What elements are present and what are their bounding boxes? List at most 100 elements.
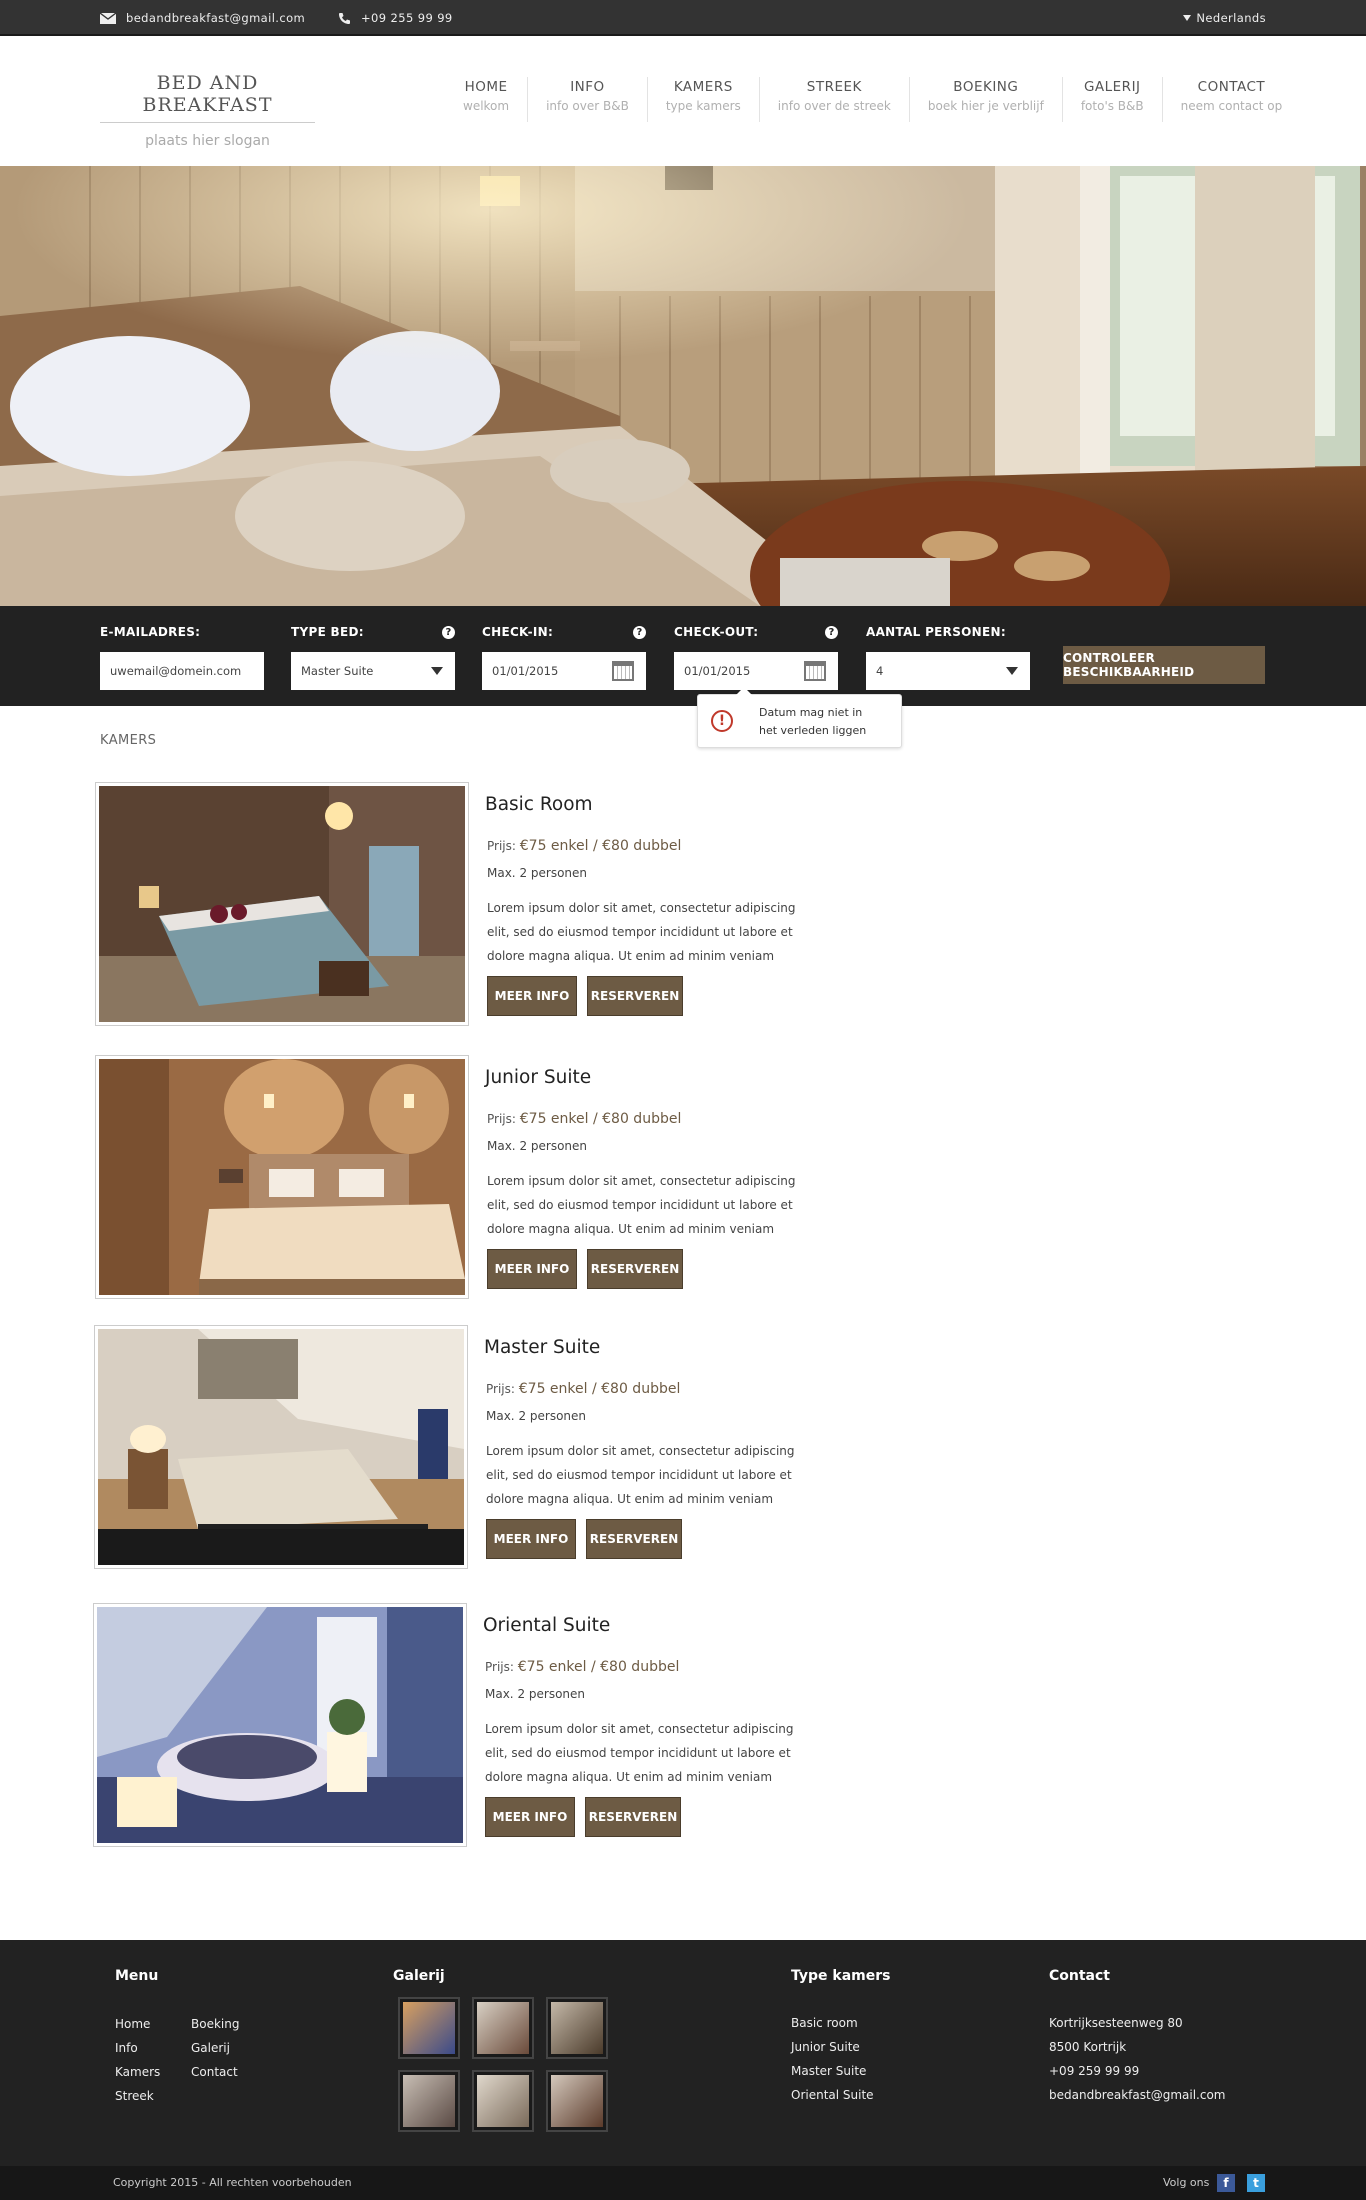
footer-link[interactable]: Basic room — [791, 2011, 874, 2035]
nav-item-galerij[interactable]: GALERIJ foto's B&B — [1063, 77, 1163, 122]
more-info-button[interactable]: MEER INFO — [485, 1797, 575, 1837]
room-card: Oriental Suite Prijs: €75 enkel / €80 du… — [93, 1603, 813, 1848]
price-label: Prijs: — [486, 1382, 515, 1396]
topbar-phone-text: +09 255 99 99 — [361, 11, 453, 25]
room-photo[interactable] — [95, 782, 469, 1026]
gallery-thumb[interactable] — [546, 1997, 608, 2059]
topbar-email[interactable]: bedandbreakfast@gmail.com — [100, 0, 305, 36]
footer-menu-title: Menu — [115, 1968, 159, 1984]
room-capacity: Max. 2 personen — [486, 1409, 587, 1423]
footer-link[interactable]: Info — [115, 2036, 160, 2060]
price-value: €75 enkel / €80 dubbel — [519, 1111, 682, 1127]
footer-link[interactable]: Contact — [191, 2060, 239, 2084]
persons-select[interactable]: 4 — [866, 652, 1030, 690]
nav-sub: welkom — [463, 99, 510, 113]
language-selector[interactable]: Nederlands — [1183, 0, 1266, 36]
reserve-button[interactable]: RESERVEREN — [585, 1797, 681, 1837]
price-label: Prijs: — [485, 1660, 514, 1674]
footer-gallery-title: Galerij — [393, 1968, 445, 1984]
topbar-email-text: bedandbreakfast@gmail.com — [126, 11, 306, 25]
footer-link[interactable]: Boeking — [191, 2012, 239, 2036]
more-info-button[interactable]: MEER INFO — [487, 976, 577, 1016]
nav-label: CONTACT — [1197, 79, 1266, 95]
facebook-icon[interactable]: f — [1217, 2174, 1235, 2192]
footer-link[interactable]: Master Suite — [791, 2059, 874, 2083]
nav-sub: info over B&B — [546, 99, 629, 113]
footer-menu-col1: Home Info Kamers Streek — [115, 2012, 160, 2108]
footer-link[interactable]: Oriental Suite — [791, 2083, 874, 2107]
more-info-button[interactable]: MEER INFO — [487, 1249, 577, 1289]
help-icon[interactable]: ? — [442, 625, 455, 639]
checkout-input[interactable]: 01/01/2015 — [674, 652, 838, 690]
footer-menu-col2: Boeking Galerij Contact — [191, 2012, 239, 2084]
footer-types-list: Basic room Junior Suite Master Suite Ori… — [791, 2011, 874, 2107]
follow-us-label: Volg ons — [1163, 2176, 1210, 2189]
more-info-button[interactable]: MEER INFO — [486, 1519, 576, 1559]
room-capacity: Max. 2 personen — [487, 866, 588, 880]
checkin-input[interactable]: 01/01/2015 — [482, 652, 646, 690]
room-photo[interactable] — [93, 1603, 467, 1847]
room-price: Prijs: €75 enkel / €80 dubbel — [487, 1111, 681, 1127]
room-title: Basic Room — [485, 794, 593, 815]
email-input[interactable]: uwemail@domein.com — [100, 652, 264, 690]
room-photo[interactable] — [94, 1325, 468, 1569]
site-header: BED AND BREAKFAST plaats hier slogan HOM… — [0, 36, 1366, 201]
nav-item-home[interactable]: HOME welkom — [445, 77, 529, 201]
twitter-icon[interactable]: t — [1247, 2174, 1265, 2192]
nav-item-streek[interactable]: STREEK info over de streek — [760, 77, 910, 122]
bed-type-group: TYPE BED:? Master Suite — [291, 622, 455, 690]
gallery-thumb[interactable] — [398, 1997, 460, 2059]
gallery-thumb[interactable] — [472, 2070, 534, 2132]
bed-type-value: Master Suite — [301, 664, 374, 678]
footer-link[interactable]: Junior Suite — [791, 2035, 874, 2059]
room-description: Lorem ipsum dolor sit amet, consectetur … — [485, 1722, 794, 1784]
footer-contact-list: Kortrijksesteenweg 80 8500 Kortrijk +09 … — [1049, 2011, 1225, 2107]
topbar-phone[interactable]: +09 255 99 99 — [338, 0, 453, 36]
site-logo[interactable]: BED AND BREAKFAST plaats hier slogan — [100, 72, 315, 149]
calendar-icon[interactable] — [804, 661, 826, 681]
room-photo[interactable] — [95, 1055, 469, 1299]
contact-address: Kortrijksesteenweg 80 — [1049, 2016, 1183, 2030]
contact-email[interactable]: bedandbreakfast@gmail.com — [1049, 2083, 1225, 2107]
help-icon[interactable]: ? — [633, 625, 646, 639]
nav-sub: info over de streek — [777, 99, 891, 113]
gallery-thumb[interactable] — [398, 2070, 460, 2132]
nav-item-kamers[interactable]: KAMERS type kamers — [648, 77, 760, 122]
room-card: Junior Suite Prijs: €75 enkel / €80 dubb… — [95, 1055, 815, 1300]
tooltip-line-1: Datum mag niet in — [759, 706, 863, 719]
calendar-icon[interactable] — [612, 661, 634, 681]
bed-type-select[interactable]: Master Suite — [291, 652, 455, 690]
logo-name: BED AND BREAKFAST — [100, 72, 315, 123]
nav-item-info[interactable]: INFO info over B&B — [528, 77, 648, 122]
reserve-button[interactable]: RESERVEREN — [586, 1519, 682, 1559]
help-icon[interactable]: ? — [825, 625, 838, 639]
room-description: Lorem ipsum dolor sit amet, consectetur … — [487, 901, 796, 963]
reserve-button[interactable]: RESERVEREN — [587, 976, 683, 1016]
nav-sub: type kamers — [665, 99, 741, 113]
persons-group: AANTAL PERSONEN: 4 — [866, 622, 1030, 690]
footer-link[interactable]: Galerij — [191, 2036, 239, 2060]
nav-item-boeking[interactable]: BOEKING boek hier je verblijf — [910, 77, 1063, 122]
nav-label: INFO — [570, 79, 605, 95]
room-price: Prijs: €75 enkel / €80 dubbel — [485, 1659, 679, 1675]
gallery-thumb[interactable] — [546, 2070, 608, 2132]
room-price: Prijs: €75 enkel / €80 dubbel — [487, 838, 681, 854]
room-description: Lorem ipsum dolor sit amet, consectetur … — [486, 1444, 795, 1506]
footer-link[interactable]: Home — [115, 2012, 160, 2036]
price-label: Prijs: — [487, 839, 516, 853]
main-nav: HOME welkom INFO info over B&B KAMERS type … — [445, 77, 1301, 201]
gallery-thumb[interactable] — [472, 1997, 534, 2059]
tooltip-message: Datum mag niet in het verleden liggen — [759, 704, 899, 740]
nav-item-contact[interactable]: CONTACT neem contact op — [1163, 77, 1301, 122]
copyright-text: Copyright 2015 - All rechten voorbehoude… — [113, 2176, 352, 2189]
footer-link[interactable]: Streek — [115, 2084, 160, 2108]
checkout-group: CHECK-OUT:? 01/01/2015 — [674, 622, 838, 690]
nav-label: KAMERS — [673, 79, 733, 95]
checkout-value: 01/01/2015 — [684, 664, 751, 678]
reserve-button[interactable]: RESERVEREN — [587, 1249, 683, 1289]
contact-phone[interactable]: +09 259 99 99 — [1049, 2059, 1225, 2083]
room-capacity: Max. 2 personen — [487, 1139, 588, 1153]
check-availability-button[interactable]: CONTROLEER BESCHIKBAARHEID — [1063, 646, 1265, 684]
footer-link[interactable]: Kamers — [115, 2060, 160, 2084]
nav-sub: foto's B&B — [1080, 99, 1144, 113]
